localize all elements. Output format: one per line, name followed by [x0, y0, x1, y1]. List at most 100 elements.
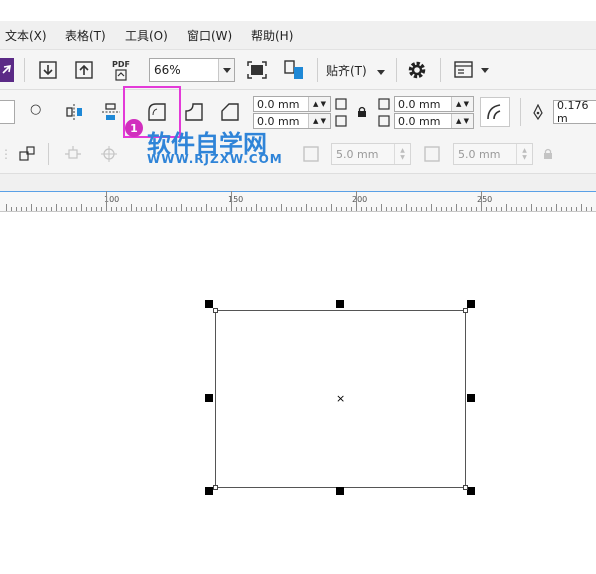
ruler-tick — [356, 191, 357, 211]
zoom-level-value: 66% — [154, 63, 181, 77]
selection-handle-bottom-right[interactable] — [467, 487, 475, 495]
target-icon-disabled — [98, 143, 120, 165]
selection-handle-right[interactable] — [467, 394, 475, 402]
lock-icon[interactable] — [355, 104, 369, 120]
object-position-field[interactable] — [0, 100, 15, 124]
spin-arrows-icon[interactable]: ▲ ▼ — [308, 97, 330, 111]
ruler-tick — [166, 207, 167, 211]
ruler-tick — [496, 207, 497, 211]
import-icon[interactable] — [36, 58, 60, 82]
ruler-tick — [226, 207, 227, 211]
chevron-down-icon[interactable] — [218, 59, 234, 81]
menu-table[interactable]: 表格(T) — [65, 27, 106, 44]
ruler-tick — [221, 207, 222, 211]
corner-node-top-left[interactable] — [213, 308, 218, 313]
scalloped-corner-icon[interactable] — [180, 98, 208, 126]
ruler-tick — [386, 207, 387, 211]
gear-icon[interactable] — [404, 58, 430, 82]
ruler-tick — [41, 207, 42, 211]
ruler-tick — [96, 207, 97, 211]
ruler-tick — [91, 207, 92, 211]
pdf-label: PDF — [112, 59, 130, 69]
snap-to-label: 贴齐(T) — [326, 64, 367, 78]
ruler-tick — [341, 207, 342, 211]
spin-arrows-icon[interactable]: ▲ ▼ — [308, 114, 330, 128]
ruler-tick — [151, 207, 152, 211]
selection-handle-top[interactable] — [336, 300, 344, 308]
launch-icon[interactable] — [0, 58, 14, 82]
corner-node-top-right[interactable] — [463, 308, 468, 313]
publish-pdf-button[interactable]: PDF — [108, 56, 134, 84]
ruler-tick — [536, 207, 537, 211]
ruler-tick — [86, 207, 87, 211]
ruler-tick — [71, 207, 72, 211]
ruler-tick — [406, 204, 407, 211]
menu-help[interactable]: 帮助(H) — [251, 27, 293, 44]
watermark-url: WWW.RJZXW.COM — [147, 152, 283, 166]
zoom-level-combo[interactable]: 66% — [149, 58, 235, 82]
ruler-tick — [171, 207, 172, 211]
spin-arrows-icon[interactable]: ▲ ▼ — [451, 114, 473, 128]
ruler-tick — [521, 207, 522, 211]
relative-corner-scaling-icon[interactable] — [480, 97, 510, 127]
ruler-tick — [416, 207, 417, 211]
selection-handle-bottom-left[interactable] — [205, 487, 213, 495]
spin-arrows-icon: ▲ ▼ — [516, 144, 532, 164]
horizontal-ruler: 100 150 200 250 — [0, 191, 596, 212]
ruler-tick — [506, 204, 507, 211]
ruler-tick — [421, 207, 422, 211]
corner-bottom-right-icon — [377, 113, 391, 129]
corner-bottom-icon — [334, 113, 348, 129]
convert-to-curves-icon[interactable] — [16, 143, 38, 165]
corner-radius-bottom-right-field[interactable]: 0.0 mm ▲ ▼ — [394, 113, 474, 129]
chevron-down-icon — [481, 67, 489, 73]
ruler-tick — [16, 207, 17, 211]
selection-handle-bottom[interactable] — [336, 487, 344, 495]
snap-to-dropdown[interactable]: 贴齐(T) — [326, 62, 385, 79]
menu-bar: 文本(X) 表格(T) 工具(O) 窗口(W) 帮助(H) — [0, 21, 596, 50]
step-badge: 1 — [125, 119, 143, 137]
offset-field-1: 5.0 mm ▲ ▼ — [331, 143, 411, 165]
ruler-tick — [326, 207, 327, 211]
menu-text[interactable]: 文本(X) — [5, 27, 47, 44]
mirror-horizontal-icon[interactable] — [62, 100, 88, 124]
circle-icon[interactable]: ○ — [30, 102, 41, 117]
ruler-tick — [181, 204, 182, 211]
secondary-property-bar: ⋮ 5.0 mm ▲ ▼ 5.0 mm ▲ ▼ — [0, 135, 596, 174]
full-screen-icon[interactable] — [244, 58, 270, 82]
ruler-tick — [451, 207, 452, 211]
options-dropdown[interactable] — [449, 58, 493, 82]
corner-radius-top-left-field[interactable]: 0.0 mm ▲ ▼ — [253, 96, 331, 112]
corner-node-bottom-right[interactable] — [463, 485, 468, 490]
ruler-tick — [551, 207, 552, 211]
corner-radius-top-right-field[interactable]: 0.0 mm ▲ ▼ — [394, 96, 474, 112]
ruler-tick — [581, 204, 582, 211]
corner-top-right-icon — [377, 96, 391, 112]
ruler-tick — [126, 207, 127, 211]
ruler-tick — [211, 207, 212, 211]
ruler-tick — [361, 207, 362, 211]
ruler-tick — [481, 191, 482, 211]
menu-window[interactable]: 窗口(W) — [187, 27, 232, 44]
ruler-tick — [256, 204, 257, 211]
selection-handle-top-left[interactable] — [205, 300, 213, 308]
selection-handle-top-right[interactable] — [467, 300, 475, 308]
application-launcher-icon[interactable] — [281, 57, 307, 83]
selection-handle-left[interactable] — [205, 394, 213, 402]
outline-width-field[interactable]: 0.176 m — [553, 99, 596, 125]
corner-node-bottom-left[interactable] — [213, 485, 218, 490]
mirror-vertical-icon[interactable] — [98, 100, 124, 124]
ruler-tick — [291, 207, 292, 211]
ruler-tick — [561, 207, 562, 211]
menu-tools[interactable]: 工具(O) — [125, 27, 168, 44]
chamfered-corner-icon[interactable] — [216, 98, 244, 126]
spin-arrows-icon[interactable]: ▲ ▼ — [451, 97, 473, 111]
ruler-label: 250 — [477, 195, 493, 204]
ruler-tick — [156, 204, 157, 211]
ruler-tick — [411, 207, 412, 211]
ruler-tick — [271, 207, 272, 211]
window-options-icon — [454, 61, 473, 78]
export-icon[interactable] — [72, 58, 96, 82]
ruler-tick — [461, 207, 462, 211]
frame-icon-disabled — [300, 143, 322, 165]
